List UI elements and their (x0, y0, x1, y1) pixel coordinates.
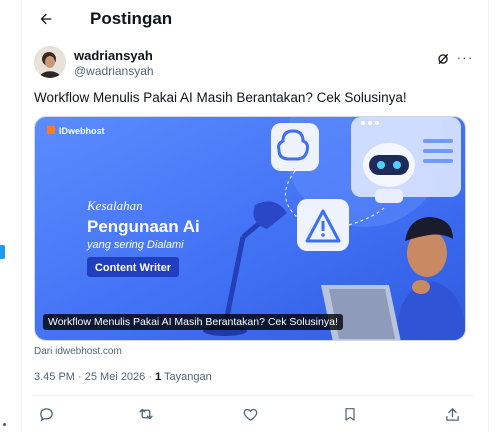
card-caption: Workflow Menulis Pakai AI Masih Berantak… (43, 314, 343, 330)
post-text: Workflow Menulis Pakai AI Masih Berantak… (34, 90, 407, 105)
right-sidebar (488, 0, 500, 432)
grok-icon[interactable] (434, 50, 452, 68)
link-card-image[interactable]: IDwebhost Kesalahan Pengunaan Ai yang se… (34, 116, 466, 341)
brand-logo-text: IDwebhost (59, 126, 105, 136)
share-icon (445, 407, 459, 421)
heart-icon (243, 408, 257, 421)
post-meta: 3.45 PM · 25 Mei 2026 · 1 Tayangan (34, 371, 212, 383)
card-headline-3: yang sering Dialami (86, 239, 184, 251)
author-display-name[interactable]: wadriansyah (74, 48, 153, 63)
more-options-icon[interactable]: ··· (456, 48, 474, 66)
link-source[interactable]: Dari idwebhost.com (34, 346, 122, 357)
repost-button[interactable] (136, 404, 156, 424)
post-timestamp[interactable]: 3.45 PM · 25 Mei 2026 · (34, 371, 155, 383)
repost-icon (139, 408, 153, 420)
action-bar (22, 400, 488, 432)
left-sidebar (0, 0, 22, 432)
like-button[interactable] (240, 404, 260, 424)
card-badge: Content Writer (95, 262, 172, 274)
page-title: Postingan (90, 9, 173, 28)
page-header: Postingan (22, 0, 488, 38)
avatar[interactable] (34, 46, 66, 78)
card-illustration: IDwebhost Kesalahan Pengunaan Ai yang se… (35, 117, 465, 340)
reply-icon (39, 407, 53, 422)
back-arrow-icon (40, 13, 52, 25)
bookmark-icon (345, 408, 355, 421)
card-headline-1: Kesalahan (86, 198, 143, 213)
author-handle[interactable]: @wadriansyah (74, 64, 154, 78)
bookmark-button[interactable] (340, 404, 360, 424)
share-button[interactable] (442, 404, 462, 424)
author-row: wadriansyah @wadriansyah ··· (34, 46, 474, 86)
views-label: Tayangan (161, 371, 212, 383)
reply-button[interactable] (36, 404, 56, 424)
rail-dot-icon (3, 423, 6, 426)
card-headline-2: Pengunaan Ai (87, 217, 200, 236)
active-indicator (0, 245, 5, 259)
divider (34, 395, 474, 396)
back-button[interactable] (28, 1, 64, 37)
